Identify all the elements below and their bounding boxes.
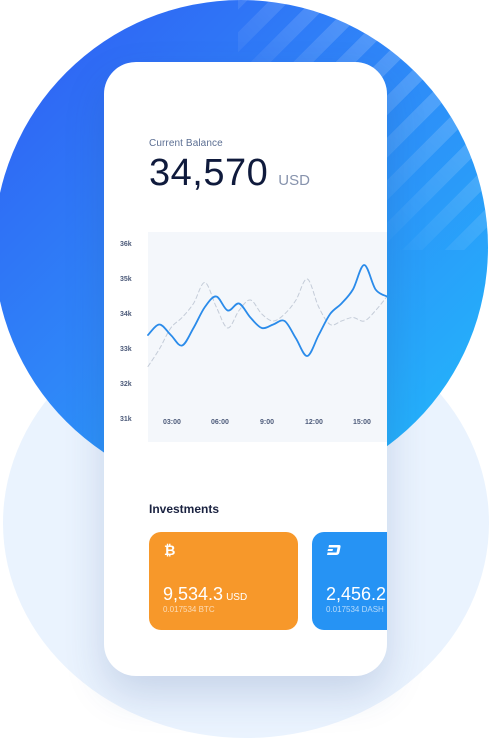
balance-label: Current Balance [149, 138, 223, 149]
balance-chart[interactable]: 36k 35k 34k 33k 32k 31k 03:00 06:00 9:00… [104, 232, 387, 442]
dash-icon [327, 545, 341, 555]
phone-screen: Current Balance 34,570 USD 36k 35k 34k 3… [104, 62, 387, 676]
card-amount: 2,456.2 [326, 584, 387, 604]
card-value: 2,456.2 [326, 584, 386, 605]
balance-row: 34,570 USD [149, 152, 310, 195]
chart-lines [147, 264, 387, 367]
card-crypto-amount: 0.017534 BTC [163, 605, 215, 614]
balance-unit: USD [278, 172, 310, 189]
investments-title: Investments [149, 502, 220, 516]
card-value: 9,534.3 USD [163, 584, 247, 605]
card-amount: 9,534.3 [163, 584, 224, 604]
svg-text:₿: ₿ [164, 542, 175, 558]
card-crypto-amount: 0.017534 DASH [326, 605, 384, 614]
balance-line [147, 264, 387, 357]
bitcoin-icon: ₿ [164, 542, 175, 558]
balance-value: 34,570 [149, 152, 269, 194]
investment-card-btc[interactable]: ₿ 9,534.3 USD 0.017534 BTC [149, 532, 298, 630]
investment-card-dash[interactable]: 2,456.2 0.017534 DASH [312, 532, 387, 630]
card-unit: USD [226, 592, 248, 603]
